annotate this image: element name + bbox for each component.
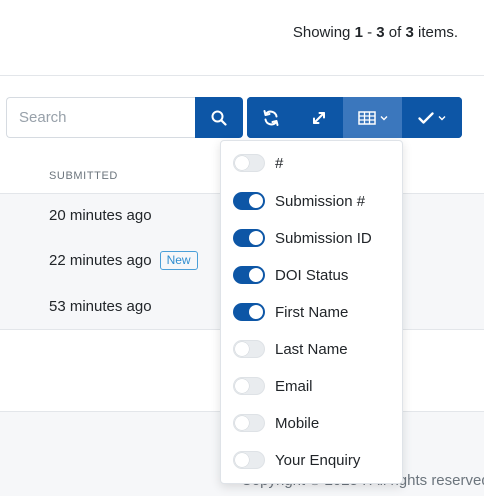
pager-suffix: items. bbox=[413, 24, 458, 41]
column-toggle-label: Submission ID bbox=[275, 229, 372, 247]
search-icon bbox=[211, 110, 227, 126]
column-toggle-number[interactable]: # bbox=[233, 151, 283, 175]
refresh-icon bbox=[263, 109, 279, 126]
divider bbox=[0, 75, 484, 76]
fullscreen-button[interactable] bbox=[295, 97, 343, 138]
column-toggle-label: Email bbox=[275, 377, 313, 395]
pager-end: 3 bbox=[376, 24, 385, 41]
submitted-time: 20 minutes ago bbox=[49, 207, 152, 224]
column-toggle-label: Last Name bbox=[275, 340, 348, 358]
pager-dash: - bbox=[362, 24, 377, 41]
toolbar-button-group bbox=[247, 97, 462, 138]
new-badge: New bbox=[159, 251, 198, 270]
toggle-switch[interactable] bbox=[233, 451, 265, 469]
search-group bbox=[6, 97, 243, 138]
column-toggle-first-name[interactable]: First Name bbox=[233, 300, 348, 324]
column-toggle-submission-id[interactable]: Submission ID bbox=[233, 226, 372, 250]
check-icon bbox=[418, 111, 434, 124]
search-button[interactable] bbox=[195, 97, 243, 138]
toggle-switch[interactable] bbox=[233, 377, 265, 395]
pager-total: 3 bbox=[405, 24, 414, 41]
toggle-switch[interactable] bbox=[233, 192, 265, 210]
pager-of: of bbox=[384, 24, 406, 41]
submitted-time: 53 minutes ago bbox=[49, 298, 152, 315]
toggle-switch[interactable] bbox=[233, 154, 265, 172]
column-toggle-label: Mobile bbox=[275, 414, 320, 432]
column-toggle-label: Submission # bbox=[275, 192, 366, 210]
table-row: 20 minutes ago bbox=[49, 207, 152, 224]
column-toggle-last-name[interactable]: Last Name bbox=[233, 337, 348, 361]
toggle-switch[interactable] bbox=[233, 229, 265, 247]
table-row: 53 minutes ago bbox=[49, 298, 152, 315]
columns-dropdown-button[interactable] bbox=[343, 97, 402, 138]
table-row: 22 minutes ago New bbox=[49, 251, 198, 270]
column-toggle-label: Your Enquiry bbox=[275, 451, 361, 469]
submitted-time: 22 minutes ago bbox=[49, 252, 152, 269]
toggle-switch[interactable] bbox=[233, 414, 265, 432]
fullscreen-icon bbox=[313, 111, 325, 124]
column-toggle-label: DOI Status bbox=[275, 266, 349, 284]
refresh-button[interactable] bbox=[247, 97, 295, 138]
bulk-select-dropdown-button[interactable] bbox=[402, 97, 462, 138]
chevron-down-icon bbox=[438, 115, 446, 120]
pager-start: 1 bbox=[354, 24, 363, 41]
toggle-switch[interactable] bbox=[233, 303, 265, 321]
column-toggle-label: First Name bbox=[275, 303, 349, 321]
toggle-switch[interactable] bbox=[233, 340, 265, 358]
toggle-switch[interactable] bbox=[233, 266, 265, 284]
column-header-submitted[interactable]: SUBMITTED bbox=[49, 170, 118, 182]
pagination-info: Showing 1 - 3 of 3 items. bbox=[293, 24, 458, 41]
columns-dropdown-menu: # Submission # Submission ID DOI Status … bbox=[220, 140, 403, 484]
column-toggle-mobile[interactable]: Mobile bbox=[233, 411, 319, 435]
columns-icon bbox=[357, 110, 376, 125]
column-toggle-submission-number[interactable]: Submission # bbox=[233, 189, 365, 213]
column-toggle-doi-status[interactable]: DOI Status bbox=[233, 263, 348, 287]
column-toggle-email[interactable]: Email bbox=[233, 374, 313, 398]
pager-prefix: Showing bbox=[292, 24, 355, 41]
column-toggle-your-enquiry[interactable]: Your Enquiry bbox=[233, 448, 360, 472]
chevron-down-icon bbox=[380, 115, 387, 120]
column-toggle-label: # bbox=[275, 154, 284, 172]
search-input[interactable] bbox=[6, 97, 195, 138]
